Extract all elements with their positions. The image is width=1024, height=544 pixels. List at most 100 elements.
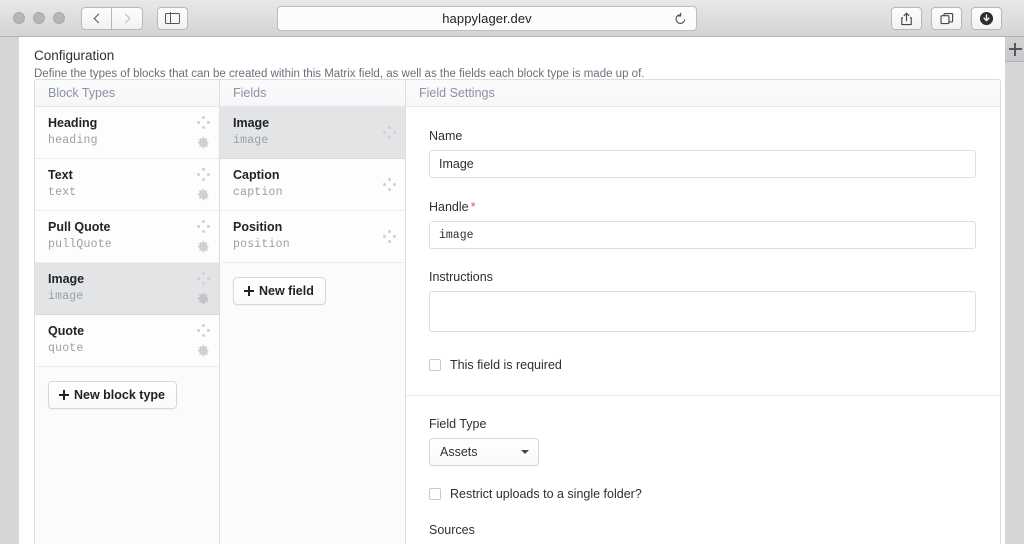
drag-handle-icon[interactable]	[197, 324, 210, 337]
row-actions	[383, 107, 396, 158]
block-type-name: Heading	[48, 116, 98, 130]
field-name: Position	[233, 220, 283, 234]
sidebar-toggle-icon	[165, 12, 180, 24]
field-handle: image	[233, 134, 269, 147]
field-type-value: Assets	[440, 445, 478, 459]
page-header: Configuration Define the types of blocks…	[19, 37, 1005, 80]
required-marker-icon: *	[470, 199, 476, 214]
gear-icon[interactable]	[197, 344, 210, 357]
back-button[interactable]	[81, 6, 112, 30]
share-button[interactable]	[891, 7, 922, 30]
handle-label: Handle *	[429, 199, 476, 214]
gear-icon[interactable]	[197, 188, 210, 201]
row-actions	[383, 211, 396, 262]
handle-input[interactable]	[429, 221, 976, 249]
plus-icon	[59, 390, 69, 400]
name-input[interactable]	[429, 150, 976, 178]
drag-handle-icon[interactable]	[197, 220, 210, 233]
downloads-button[interactable]	[971, 7, 1002, 30]
back-chevron-icon	[93, 13, 103, 23]
required-checkbox-label: This field is required	[450, 358, 562, 372]
sources-group: Sources	[429, 523, 976, 537]
field-name: Caption	[233, 168, 280, 182]
new-field-button[interactable]: New field	[233, 277, 326, 305]
gear-icon[interactable]	[197, 292, 210, 305]
plus-icon	[244, 286, 254, 296]
matrix-configurator: Block Types Heading heading Text text Pu…	[34, 79, 1001, 544]
gear-icon[interactable]	[197, 136, 210, 149]
row-actions	[197, 315, 210, 366]
close-window-button[interactable]	[13, 12, 25, 24]
drag-handle-icon[interactable]	[197, 272, 210, 285]
row-actions	[197, 263, 210, 314]
chevron-down-icon	[521, 450, 529, 454]
field-settings-form: Name Handle* Instructions This field is …	[406, 107, 1000, 537]
field-settings-header: Field Settings	[406, 80, 1000, 107]
new-block-type-label: New block type	[74, 388, 165, 402]
field-row[interactable]: Position position	[220, 211, 405, 263]
row-actions	[197, 211, 210, 262]
forward-button[interactable]	[112, 6, 143, 30]
instructions-textarea[interactable]	[429, 291, 976, 332]
field-type-select[interactable]: Assets	[429, 438, 539, 466]
minimize-window-button[interactable]	[33, 12, 45, 24]
browser-toolbar: happylager.dev	[0, 0, 1024, 62]
block-type-row[interactable]: Pull Quote pullQuote	[35, 211, 219, 263]
block-type-name: Quote	[48, 324, 85, 338]
field-handle: position	[233, 238, 290, 251]
required-checkbox[interactable]	[429, 359, 441, 371]
block-type-row-selected[interactable]: Image image	[35, 263, 219, 315]
url-text: happylager.dev	[442, 11, 532, 26]
reload-icon[interactable]	[674, 12, 687, 25]
drag-handle-icon[interactable]	[197, 168, 210, 181]
required-checkbox-row[interactable]: This field is required	[429, 358, 976, 372]
block-types-list: Heading heading Text text Pull Quote pul…	[35, 107, 219, 367]
sidebar-toggle-button[interactable]	[157, 6, 188, 30]
browser-window: happylager.dev Configuration Define the …	[0, 0, 1024, 544]
forward-chevron-icon	[120, 13, 131, 23]
drag-handle-icon[interactable]	[383, 230, 396, 243]
row-actions	[197, 159, 210, 210]
block-types-header: Block Types	[35, 80, 219, 107]
block-type-handle: text	[48, 186, 77, 199]
block-type-name: Pull Quote	[48, 220, 111, 234]
block-type-row[interactable]: Text text	[35, 159, 219, 211]
row-actions	[197, 107, 210, 158]
settings-divider	[406, 395, 1000, 396]
window-controls	[13, 12, 65, 24]
block-type-row[interactable]: Heading heading	[35, 107, 219, 159]
field-row[interactable]: Caption caption	[220, 159, 405, 211]
navigation-buttons	[81, 6, 143, 30]
downloads-icon	[979, 11, 994, 26]
block-type-handle: heading	[48, 134, 98, 147]
new-tab-plus-icon	[1008, 42, 1022, 56]
handle-field-group: Handle *	[429, 199, 976, 249]
new-block-type-button[interactable]: New block type	[48, 381, 177, 409]
field-handle: caption	[233, 186, 283, 199]
name-label: Name	[429, 129, 463, 143]
block-type-handle: quote	[48, 342, 84, 355]
show-tabs-button[interactable]	[931, 7, 962, 30]
new-field-label: New field	[259, 284, 314, 298]
block-type-row[interactable]: Quote quote	[35, 315, 219, 367]
fields-column: Fields Image image Caption caption Posit…	[220, 80, 406, 544]
restrict-uploads-row[interactable]: Restrict uploads to a single folder?	[429, 487, 976, 501]
page-title: Configuration	[34, 48, 115, 63]
address-bar[interactable]: happylager.dev	[277, 6, 697, 31]
page-viewport: Configuration Define the types of blocks…	[19, 37, 1005, 544]
share-icon	[901, 12, 912, 25]
drag-handle-icon[interactable]	[383, 178, 396, 191]
field-row-selected[interactable]: Image image	[220, 107, 405, 159]
block-types-column: Block Types Heading heading Text text Pu…	[35, 80, 220, 544]
restrict-uploads-checkbox[interactable]	[429, 488, 441, 500]
drag-handle-icon[interactable]	[383, 126, 396, 139]
show-tabs-icon	[939, 12, 953, 24]
maximize-window-button[interactable]	[53, 12, 65, 24]
field-name: Image	[233, 116, 270, 130]
toolbar-right-buttons	[891, 7, 1002, 30]
gear-icon[interactable]	[197, 240, 210, 253]
block-type-handle: pullQuote	[48, 238, 112, 251]
name-field-group: Name	[429, 129, 976, 178]
row-actions	[383, 159, 396, 210]
drag-handle-icon[interactable]	[197, 116, 210, 129]
